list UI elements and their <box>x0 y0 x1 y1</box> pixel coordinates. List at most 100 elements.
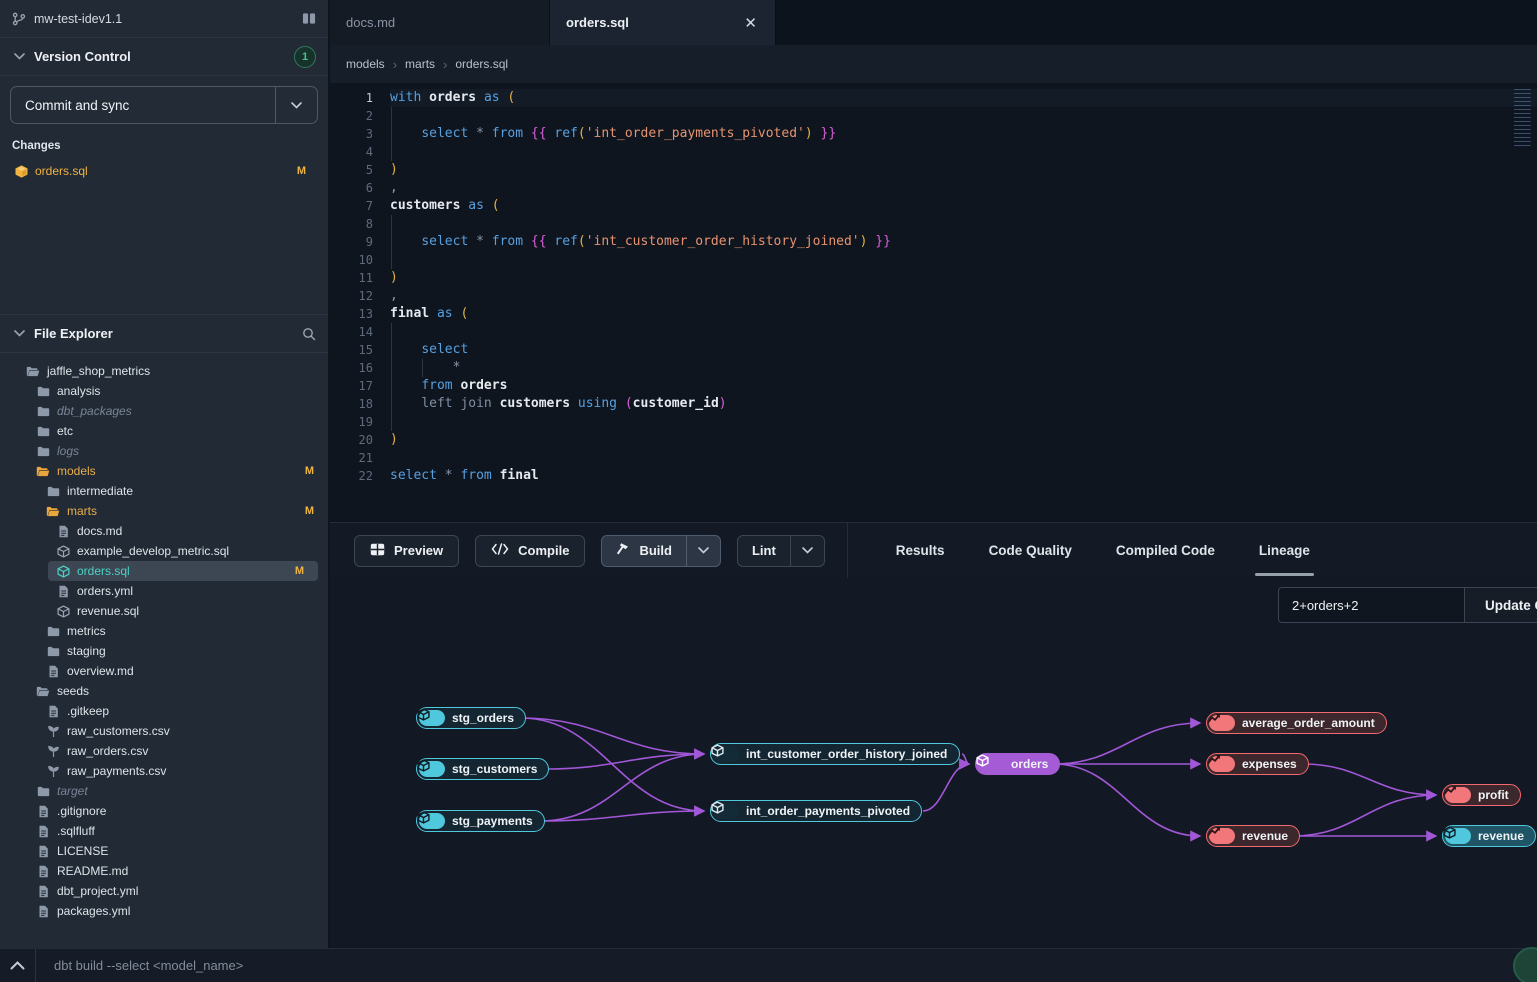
lineage-node-int_customer_order_history_joined[interactable]: int_customer_order_history_joined <box>710 743 960 765</box>
tree-item-etc[interactable]: etc <box>0 421 328 441</box>
lineage-node-revenue[interactable]: revenue <box>1442 825 1536 847</box>
tree-item-example_develop_metric.sql[interactable]: example_develop_metric.sql <box>0 541 328 561</box>
code-line[interactable] <box>390 251 1537 269</box>
code-line[interactable]: , <box>390 179 1537 197</box>
code-line[interactable] <box>390 143 1537 161</box>
lint-options-dropdown[interactable] <box>790 536 824 566</box>
tree-item-.sqlfluff[interactable]: .sqlfluff <box>0 821 328 841</box>
lineage-node-stg_orders[interactable]: stg_orders <box>416 707 526 729</box>
tree-item-orders.yml[interactable]: orders.yml <box>0 581 328 601</box>
lineage-graph[interactable]: stg_orders stg_customers stg_payments int_c… <box>330 578 1537 948</box>
code-line[interactable]: ) <box>390 431 1537 449</box>
build-button[interactable]: Build <box>602 536 686 566</box>
tree-item-LICENSE[interactable]: LICENSE <box>0 841 328 861</box>
tree-item-README.md[interactable]: README.md <box>0 861 328 881</box>
code-line[interactable]: left join customers using (customer_id) <box>390 395 1537 413</box>
tree-item-dbt_project.yml[interactable]: dbt_project.yml <box>0 881 328 901</box>
tree-item-seeds[interactable]: seeds <box>0 681 328 701</box>
indent-guide <box>391 107 392 125</box>
line-number: 13 <box>330 305 373 323</box>
compile-button[interactable]: Compile <box>475 535 585 567</box>
breadcrumb-item[interactable]: orders.sql <box>455 57 508 71</box>
tree-item-target[interactable]: target <box>0 781 328 801</box>
line-number: 9 <box>330 233 373 251</box>
lineage-node-int_order_payments_pivoted[interactable]: int_order_payments_pivoted <box>710 800 922 822</box>
panel-tab-compiled-code[interactable]: Compiled Code <box>1094 523 1237 579</box>
code-line[interactable]: with orders as ( <box>390 89 1537 107</box>
tree-item-.gitkeep[interactable]: .gitkeep <box>0 701 328 721</box>
commit-and-sync-button[interactable]: Commit and sync <box>10 86 318 124</box>
code-line[interactable] <box>390 215 1537 233</box>
build-options-dropdown[interactable] <box>686 536 720 566</box>
tree-item-.gitignore[interactable]: .gitignore <box>0 801 328 821</box>
lineage-node-expenses[interactable]: expenses <box>1206 753 1309 775</box>
lineage-node-revenue[interactable]: revenue <box>1206 825 1300 847</box>
changed-file-orders.sql[interactable]: orders.sqlM <box>10 160 318 182</box>
breadcrumb-item[interactable]: marts <box>405 57 435 71</box>
version-control-header[interactable]: Version Control 1 <box>0 38 328 76</box>
code-line[interactable] <box>390 449 1537 467</box>
lineage-selector-input[interactable]: 2+orders+2 <box>1279 588 1464 622</box>
tree-item-overview.md[interactable]: overview.md <box>0 661 328 681</box>
search-icon[interactable] <box>302 327 316 341</box>
tree-item-orders.sql[interactable]: orders.sqlM <box>48 561 318 581</box>
code-line[interactable]: customers as ( <box>390 197 1537 215</box>
tree-item-marts[interactable]: martsM <box>0 501 328 521</box>
tree-item-models[interactable]: modelsM <box>0 461 328 481</box>
tree-item-logs[interactable]: logs <box>0 441 328 461</box>
commit-options-dropdown[interactable] <box>275 87 317 123</box>
code-line[interactable]: select * from {{ ref('int_order_payments… <box>390 125 1537 143</box>
tree-item-raw_orders.csv[interactable]: raw_orders.csv <box>0 741 328 761</box>
code-line[interactable]: , <box>390 287 1537 305</box>
dbt-command-input[interactable]: dbt build --select <model_name> <box>36 958 1537 973</box>
tree-item-analysis[interactable]: analysis <box>0 381 328 401</box>
code-line[interactable]: * <box>390 359 1537 377</box>
close-icon[interactable]: ✕ <box>742 14 759 32</box>
chevron-up-icon[interactable] <box>0 949 36 982</box>
tree-item-raw_payments.csv[interactable]: raw_payments.csv <box>0 761 328 781</box>
lineage-node-profit[interactable]: profit <box>1442 784 1521 806</box>
tab-docs.md[interactable]: docs.md <box>330 0 550 45</box>
lineage-node-average_order_amount[interactable]: average_order_amount <box>1206 712 1387 734</box>
tree-item-dbt_packages[interactable]: dbt_packages <box>0 401 328 421</box>
code-line[interactable] <box>390 107 1537 125</box>
lineage-node-stg_payments[interactable]: stg_payments <box>416 810 545 832</box>
code-line[interactable]: select <box>390 341 1537 359</box>
code-line[interactable] <box>390 323 1537 341</box>
tree-item-docs.md[interactable]: docs.md <box>0 521 328 541</box>
code-line[interactable]: select * from {{ ref('int_customer_order… <box>390 233 1537 251</box>
tree-item-packages.yml[interactable]: packages.yml <box>0 901 328 921</box>
code-line[interactable]: select * from final <box>390 467 1537 485</box>
metric-icon <box>1209 828 1235 844</box>
minimap[interactable] <box>1510 87 1534 147</box>
sidebar: mw-test-idev1.1 Version Control 1 Commit… <box>0 0 330 948</box>
code-line[interactable] <box>390 413 1537 431</box>
panel-tab-results[interactable]: Results <box>874 523 967 579</box>
panel-tab-code-quality[interactable]: Code Quality <box>967 523 1094 579</box>
code-line[interactable]: final as ( <box>390 305 1537 323</box>
tree-item-intermediate[interactable]: intermediate <box>0 481 328 501</box>
lineage-node-orders[interactable]: orders <box>975 753 1060 775</box>
status-indicator[interactable] <box>1513 947 1537 982</box>
preview-button[interactable]: Preview <box>354 535 459 567</box>
preview-table-icon <box>370 543 385 559</box>
file-explorer-header[interactable]: File Explorer <box>0 315 328 353</box>
code-line[interactable]: ) <box>390 269 1537 287</box>
tree-item-staging[interactable]: staging <box>0 641 328 661</box>
tree-item-revenue.sql[interactable]: revenue.sql <box>0 601 328 621</box>
breadcrumb-item[interactable]: models <box>346 57 385 71</box>
update-graph-button[interactable]: Update G <box>1464 588 1537 622</box>
tab-orders.sql[interactable]: orders.sql✕ <box>550 0 776 45</box>
indent-guide <box>391 413 392 431</box>
code-content[interactable]: with orders as ( select * from {{ ref('i… <box>390 89 1537 522</box>
tree-item-metrics[interactable]: metrics <box>0 621 328 641</box>
lint-button[interactable]: Lint <box>738 536 790 566</box>
tree-item-raw_customers.csv[interactable]: raw_customers.csv <box>0 721 328 741</box>
code-editor[interactable]: 12345678910111213141516171819202122 with… <box>330 83 1537 522</box>
tree-item-jaffle_shop_metrics[interactable]: jaffle_shop_metrics <box>0 361 328 381</box>
panel-columns-icon[interactable] <box>302 12 316 26</box>
code-line[interactable]: ) <box>390 161 1537 179</box>
lineage-node-stg_customers[interactable]: stg_customers <box>416 758 549 780</box>
code-line[interactable]: from orders <box>390 377 1537 395</box>
panel-tab-lineage[interactable]: Lineage <box>1237 523 1332 579</box>
